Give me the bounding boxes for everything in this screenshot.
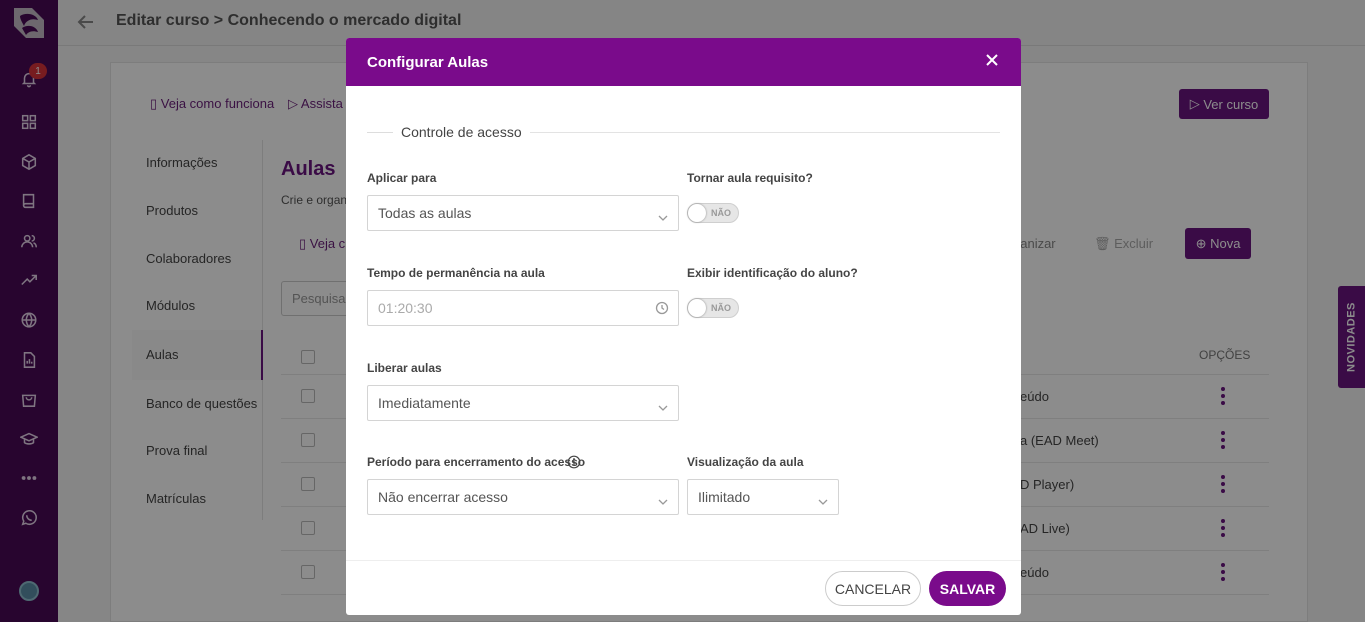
close-icon[interactable] xyxy=(985,53,1003,71)
chevron-down-icon xyxy=(658,399,668,411)
clock-icon xyxy=(655,301,669,315)
save-button[interactable]: SALVAR xyxy=(929,571,1006,606)
chevron-down-icon xyxy=(658,209,668,221)
configurar-aulas-modal: Configurar Aulas Controle de acesso Apli… xyxy=(346,38,1021,615)
tempo-permanencia-label: Tempo de permanência na aula xyxy=(367,266,545,280)
periodo-encerramento-label: Período para encerramento do acesso xyxy=(367,455,586,469)
periodo-encerramento-select[interactable]: Não encerrar acesso xyxy=(367,479,679,515)
visualizacao-select[interactable]: Ilimitado xyxy=(687,479,839,515)
cancel-button[interactable]: CANCELAR xyxy=(825,571,921,606)
exibir-identificacao-label: Exibir identificação do aluno? xyxy=(687,266,858,280)
aplicar-para-label: Aplicar para xyxy=(367,171,437,185)
exibir-identificacao-toggle[interactable]: NÃO xyxy=(687,298,739,318)
liberar-aulas-select[interactable]: Imediatamente xyxy=(367,385,679,421)
chevron-down-icon xyxy=(818,493,828,505)
tempo-permanencia-placeholder: 01:20:30 xyxy=(378,300,433,316)
info-icon[interactable] xyxy=(567,455,581,469)
section-title: Controle de acesso xyxy=(401,124,522,140)
periodo-encerramento-value: Não encerrar acesso xyxy=(378,489,508,505)
toggle-knob xyxy=(688,299,706,317)
section-controle-acesso: Controle de acesso xyxy=(367,122,1000,142)
modal-footer: CANCELAR SALVAR xyxy=(346,560,1021,615)
aplicar-para-value: Todas as aulas xyxy=(378,205,472,221)
toggle-knob xyxy=(688,204,706,222)
tornar-requisito-label: Tornar aula requisito? xyxy=(687,171,813,185)
tornar-requisito-toggle[interactable]: NÃO xyxy=(687,203,739,223)
modal-header: Configurar Aulas xyxy=(346,38,1021,86)
modal-title: Configurar Aulas xyxy=(367,53,489,71)
tempo-permanencia-input[interactable]: 01:20:30 xyxy=(367,290,679,326)
visualizacao-value: Ilimitado xyxy=(698,489,751,505)
chevron-down-icon xyxy=(658,493,668,505)
aplicar-para-select[interactable]: Todas as aulas xyxy=(367,195,679,231)
liberar-aulas-label: Liberar aulas xyxy=(367,361,442,375)
visualizacao-label: Visualização da aula xyxy=(687,455,804,469)
liberar-aulas-value: Imediatamente xyxy=(378,395,471,411)
toggle-state: NÃO xyxy=(711,208,731,218)
toggle-state: NÃO xyxy=(711,303,731,313)
